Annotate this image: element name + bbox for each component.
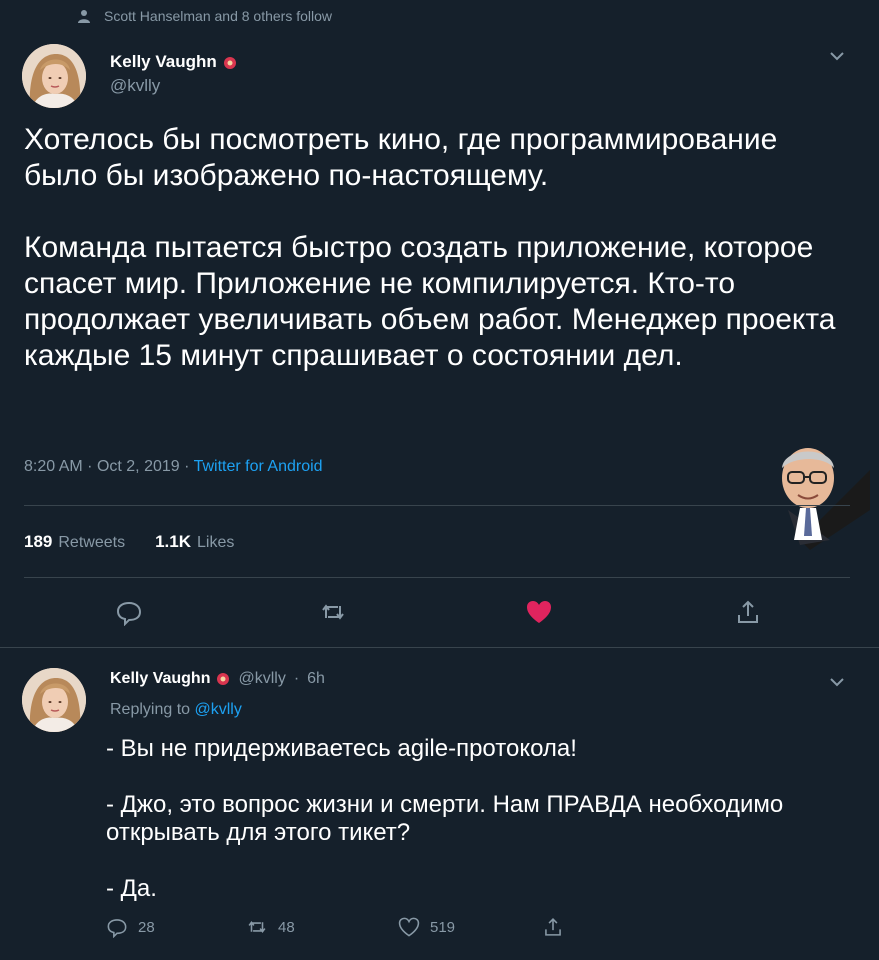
meta-separator: · (87, 458, 93, 475)
reply-like-button[interactable]: 519 (398, 916, 455, 938)
flower-emoji-icon (223, 55, 237, 69)
chevron-down-icon[interactable] (828, 50, 846, 62)
author-block: Kelly Vaughn @kvlly (110, 52, 237, 96)
tweet-meta: 8:20 AM · Oct 2, 2019 · Twitter for Andr… (24, 458, 323, 476)
tweet-source-link[interactable]: Twitter for Android (194, 458, 323, 475)
tweet-date[interactable]: Oct 2, 2019 (97, 458, 180, 475)
reply-author-handle[interactable]: @kvlly (238, 670, 285, 688)
man-with-glasses-sticker-icon (782, 448, 870, 550)
tweet-paragraph: Команда пытается быстро создать приложен… (24, 231, 836, 372)
reply-button[interactable] (114, 597, 144, 627)
avatar[interactable] (22, 44, 86, 108)
likes-stat[interactable]: 1.1K Likes (155, 532, 234, 552)
heart-filled-icon (527, 601, 551, 623)
replying-to: Replying to @kvlly (110, 701, 242, 719)
likes-label: Likes (197, 534, 235, 551)
reply-paragraph: - Джо, это вопрос жизни и смерти. Нам ПР… (106, 791, 784, 846)
reply-author-name-row[interactable]: Kelly Vaughn (110, 670, 230, 688)
share-button[interactable] (733, 597, 763, 627)
social-context: Scott Hanselman and 8 others follow (78, 8, 332, 24)
share-icon (738, 600, 758, 623)
reply-text: - Вы не придерживаетесь agile-протокола!… (106, 735, 846, 903)
reply-author-name[interactable]: Kelly Vaughn (110, 670, 210, 688)
retweets-label: Retweets (58, 534, 126, 551)
retweets-count: 189 (24, 532, 53, 551)
avatar[interactable] (22, 668, 86, 732)
author-name-row[interactable]: Kelly Vaughn (110, 52, 237, 72)
reply-share-button[interactable] (542, 916, 564, 938)
reply-reply-button[interactable]: 28 (106, 916, 155, 938)
tweet-paragraph: Хотелось бы посмотреть кино, где програм… (24, 123, 778, 192)
author-handle[interactable]: @kvlly (110, 76, 237, 96)
retweet-icon (248, 920, 266, 934)
retweets-stat[interactable]: 189 Retweets (24, 532, 125, 552)
social-context-text: Scott Hanselman and 8 others follow (104, 8, 333, 24)
reply-paragraph: - Вы не придерживаетесь agile-протокола! (106, 735, 577, 762)
reply-time[interactable]: 6h (307, 670, 325, 688)
divider (0, 647, 879, 648)
chevron-down-icon[interactable] (828, 676, 846, 688)
like-button[interactable] (524, 597, 554, 627)
share-icon (545, 918, 561, 936)
tweet-stats: 189 Retweets 1.1K Likes (24, 532, 234, 552)
reply-count: 28 (138, 918, 155, 936)
likes-count: 1.1K (155, 532, 191, 551)
reply-icon (107, 919, 127, 938)
retweet-count: 48 (278, 918, 295, 936)
like-count: 519 (430, 918, 456, 936)
person-icon (78, 9, 90, 23)
meta-separator: · (184, 458, 190, 475)
retweet-icon (322, 604, 344, 620)
tweet-time[interactable]: 8:20 AM (24, 458, 83, 475)
divider (24, 505, 850, 506)
retweet-button[interactable] (318, 597, 348, 627)
flower-emoji-icon (216, 672, 230, 686)
heart-icon (398, 917, 420, 937)
reply-paragraph: - Да. (106, 875, 157, 902)
tweet-text: Хотелось бы посмотреть кино, где програм… (24, 122, 854, 374)
reply-dot: · (293, 670, 300, 687)
reply-retweet-button[interactable]: 48 (246, 916, 295, 938)
reply-icon (116, 601, 142, 626)
replying-prefix: Replying to (110, 701, 191, 718)
replying-handle-link[interactable]: @kvlly (195, 701, 242, 718)
divider (24, 577, 850, 578)
author-name[interactable]: Kelly Vaughn (110, 52, 217, 72)
reply-header: Kelly Vaughn @kvlly · 6h (110, 670, 325, 688)
